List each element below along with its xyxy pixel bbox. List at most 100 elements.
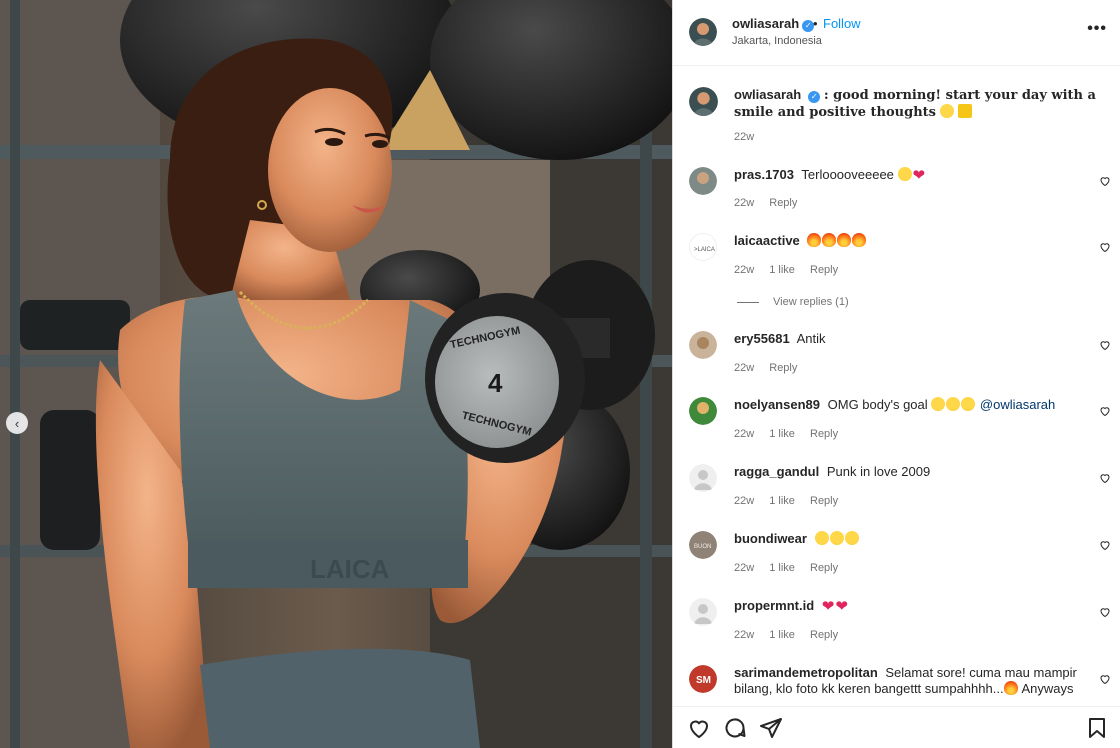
avatar[interactable] — [689, 167, 717, 195]
avatar[interactable]: BUON — [689, 531, 717, 559]
comment-text: Terlooooveeeee — [801, 167, 894, 182]
heart-outline-icon[interactable] — [1099, 339, 1111, 351]
chevron-left-icon[interactable]: ‹ — [6, 412, 28, 434]
red-heart-icon: ❤ — [835, 598, 848, 615]
heart-outline-icon[interactable] — [1099, 606, 1111, 618]
post-media[interactable]: LAICA 4 TECHNOGYM TECHNOGYM ‹ — [0, 0, 672, 748]
svg-text:BUON: BUON — [694, 544, 711, 550]
smiling-face-with-hearts-icon — [939, 104, 954, 118]
comment-likes[interactable]: 1 like — [769, 629, 795, 641]
follow-button[interactable]: Follow — [823, 16, 861, 31]
comment-username[interactable]: ery55681 — [734, 331, 790, 346]
caption-meta: 22w — [734, 131, 766, 143]
author-name[interactable]: owliasarah ✓ — [732, 16, 815, 32]
avatar[interactable] — [689, 18, 717, 46]
comment-meta: 22w Reply — [734, 362, 809, 374]
heart-eyes-icon — [829, 531, 844, 545]
reply-button[interactable]: Reply — [810, 495, 838, 507]
comment-time: 22w — [734, 495, 755, 507]
reply-button[interactable]: Reply — [810, 428, 838, 440]
avatar[interactable] — [689, 598, 717, 626]
heart-outline-icon[interactable] — [1099, 673, 1111, 685]
verified-badge-icon: ✓ — [808, 91, 821, 103]
svg-text:>LAICA: >LAICA — [694, 247, 715, 253]
comment-time: 22w — [734, 562, 755, 574]
post-header: owliasarah ✓ • Follow Jakarta, Indonesia … — [673, 0, 1120, 66]
comment-username[interactable]: noelyansen89 — [734, 397, 820, 412]
heart-outline-icon[interactable] — [687, 716, 711, 740]
comment-likes[interactable]: 1 like — [769, 264, 795, 276]
fire-icon — [852, 233, 867, 247]
heart-outline-icon[interactable] — [1099, 405, 1111, 417]
bookmark-icon[interactable] — [1085, 716, 1109, 740]
comments-list[interactable]: owliasarah ✓ : good morning! start your d… — [673, 67, 1120, 707]
comment-text: OMG body's goal — [827, 397, 928, 412]
location-link[interactable]: Jakarta, Indonesia — [732, 35, 822, 47]
comment-username[interactable]: sarimandemetropolitan — [734, 665, 878, 680]
reply-button[interactable]: Reply — [810, 562, 838, 574]
top-brand-text: LAICA — [310, 554, 390, 584]
sparkles-icon — [958, 104, 973, 118]
comment-likes[interactable]: 1 like — [769, 562, 795, 574]
heart-eyes-icon — [931, 397, 946, 411]
mention-link[interactable]: @owliasarah — [980, 397, 1055, 412]
comment-username[interactable]: ragga_gandul — [734, 464, 819, 479]
comment-username[interactable]: buondiwear — [734, 531, 807, 546]
heart-outline-icon[interactable] — [1099, 241, 1111, 253]
divider — [737, 301, 759, 303]
comment-meta: 22w Reply — [734, 197, 809, 209]
comment-meta: 22w 1 like Reply — [734, 264, 850, 276]
paper-plane-icon[interactable] — [759, 716, 783, 740]
post-side-panel: owliasarah ✓ • Follow Jakarta, Indonesia … — [672, 0, 1120, 748]
fire-icon — [1003, 681, 1018, 695]
avatar[interactable] — [689, 87, 718, 116]
caption-time: 22w — [734, 131, 755, 143]
view-replies-label: View replies (1) — [773, 296, 849, 308]
comment-text: Antik — [796, 331, 826, 346]
comment-likes[interactable]: 1 like — [769, 495, 795, 507]
comment-text: Punk in love 2009 — [826, 464, 931, 479]
fire-icon — [807, 233, 822, 247]
comment-time: 22w — [734, 362, 755, 374]
heart-outline-icon[interactable] — [1099, 539, 1111, 551]
fire-icon — [822, 233, 837, 247]
red-heart-icon: ❤ — [821, 598, 835, 615]
heart-eyes-icon — [897, 167, 912, 181]
action-bar — [673, 706, 1120, 748]
view-replies-button[interactable]: View replies (1) — [737, 296, 849, 308]
avatar[interactable] — [689, 464, 717, 492]
fire-icon — [837, 233, 852, 247]
caption-username[interactable]: owliasarah — [734, 87, 801, 102]
comment-username[interactable]: pras.1703 — [734, 167, 794, 182]
comment-meta: 22w 1 like Reply — [734, 629, 850, 641]
comment-time: 22w — [734, 629, 755, 641]
avatar[interactable] — [689, 331, 717, 359]
comment-username[interactable]: propermnt.id — [734, 598, 814, 613]
comment-meta: 22w 1 like Reply — [734, 428, 850, 440]
comment-meta: 22w 1 like Reply — [734, 495, 850, 507]
red-heart-icon: ❤ — [912, 167, 926, 184]
avatar[interactable] — [689, 397, 717, 425]
dumbbell-number: 4 — [488, 368, 503, 398]
comment-likes[interactable]: 1 like — [769, 428, 795, 440]
comment-username[interactable]: laicaactive — [734, 233, 800, 248]
username[interactable]: owliasarah — [732, 16, 799, 31]
heart-eyes-icon — [814, 531, 829, 545]
more-dots-icon[interactable]: ••• — [1087, 20, 1107, 38]
heart-outline-icon[interactable] — [1099, 472, 1111, 484]
comment-time: 22w — [734, 197, 755, 209]
comment-time: 22w — [734, 428, 755, 440]
heart-eyes-icon — [961, 397, 976, 411]
avatar[interactable]: SM — [689, 665, 717, 693]
svg-text:SM: SM — [696, 675, 711, 686]
heart-outline-icon[interactable] — [1099, 175, 1111, 187]
separator-dot: • — [813, 16, 818, 31]
reply-button[interactable]: Reply — [769, 197, 797, 209]
heart-eyes-icon — [946, 397, 961, 411]
reply-button[interactable]: Reply — [810, 264, 838, 276]
avatar[interactable]: >LAICA — [689, 233, 717, 261]
reply-button[interactable]: Reply — [810, 629, 838, 641]
post-photo: LAICA 4 TECHNOGYM TECHNOGYM — [0, 0, 672, 748]
reply-button[interactable]: Reply — [769, 362, 797, 374]
comment-bubble-icon[interactable] — [723, 716, 747, 740]
